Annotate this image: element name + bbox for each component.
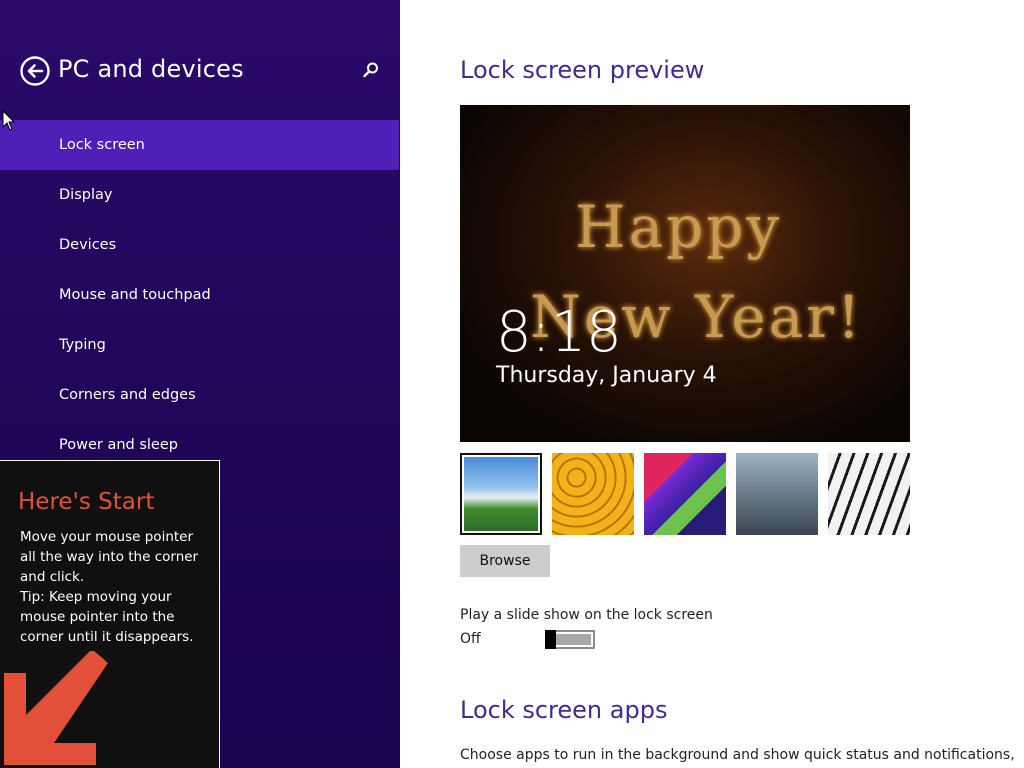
start-tip-hint: Tip: Keep moving your mouse pointer into… xyxy=(20,589,194,645)
preview-greeting-line1: Happy xyxy=(575,193,783,261)
slideshow-toggle[interactable] xyxy=(545,630,595,649)
background-thumbnails xyxy=(460,453,910,535)
preview-time: 8:18 xyxy=(496,300,622,365)
slideshow-toggle-state: Off xyxy=(460,631,481,647)
thumbnail-space-needle[interactable] xyxy=(460,453,542,535)
sidebar-item-label: Devices xyxy=(59,237,117,253)
start-tip-body: Move your mouse pointer all the way into… xyxy=(20,527,210,647)
thumbnail-piano-keys[interactable] xyxy=(828,453,910,535)
thumbnail-honeycomb[interactable] xyxy=(552,453,634,535)
browse-button[interactable]: Browse xyxy=(460,545,550,577)
sidebar-item-display[interactable]: Display xyxy=(0,170,400,220)
sidebar-item-mouse-and-touchpad[interactable]: Mouse and touchpad xyxy=(0,270,400,320)
start-tip-instruction: Move your mouse pointer all the way into… xyxy=(20,529,199,585)
mouse-pointer-icon xyxy=(2,110,16,131)
sidebar-item-label: Power and sleep xyxy=(59,437,178,453)
back-arrow-icon[interactable] xyxy=(20,56,50,86)
page-title: PC and devices xyxy=(58,55,244,83)
thumbnail-train-station[interactable] xyxy=(736,453,818,535)
sidebar-item-label: Display xyxy=(59,187,113,203)
sidebar-item-label: Mouse and touchpad xyxy=(59,287,211,303)
sidebar-item-lock-screen[interactable]: Lock screen xyxy=(0,120,399,170)
slideshow-label: Play a slide show on the lock screen xyxy=(460,607,713,623)
toggle-knob[interactable] xyxy=(545,630,556,649)
start-tip-popup[interactable]: Here's Start Move your mouse pointer all… xyxy=(0,460,220,768)
thumbnail-colorful-shapes[interactable] xyxy=(644,453,726,535)
main-content: Lock screen preview Happy New Year! 8:18… xyxy=(400,0,1024,768)
sidebar-item-corners-and-edges[interactable]: Corners and edges xyxy=(0,370,400,420)
lock-screen-preview-heading: Lock screen preview xyxy=(460,56,705,84)
sidebar-nav: Lock screen Display Devices Mouse and to… xyxy=(0,120,400,470)
sidebar-item-label: Lock screen xyxy=(59,137,145,153)
sidebar-item-label: Typing xyxy=(59,337,106,353)
lock-screen-apps-heading: Lock screen apps xyxy=(460,696,668,724)
search-icon[interactable] xyxy=(361,60,381,80)
start-tip-title: Here's Start xyxy=(18,489,155,515)
preview-date: Thursday, January 4 xyxy=(496,363,717,388)
lock-screen-preview-image: Happy New Year! 8:18 Thursday, January 4 xyxy=(460,105,910,442)
lock-screen-apps-description: Choose apps to run in the background and… xyxy=(460,747,1015,763)
corner-arrow-icon xyxy=(4,651,108,765)
sidebar-item-typing[interactable]: Typing xyxy=(0,320,400,370)
sidebar-item-label: Corners and edges xyxy=(59,387,196,403)
sidebar-item-devices[interactable]: Devices xyxy=(0,220,400,270)
